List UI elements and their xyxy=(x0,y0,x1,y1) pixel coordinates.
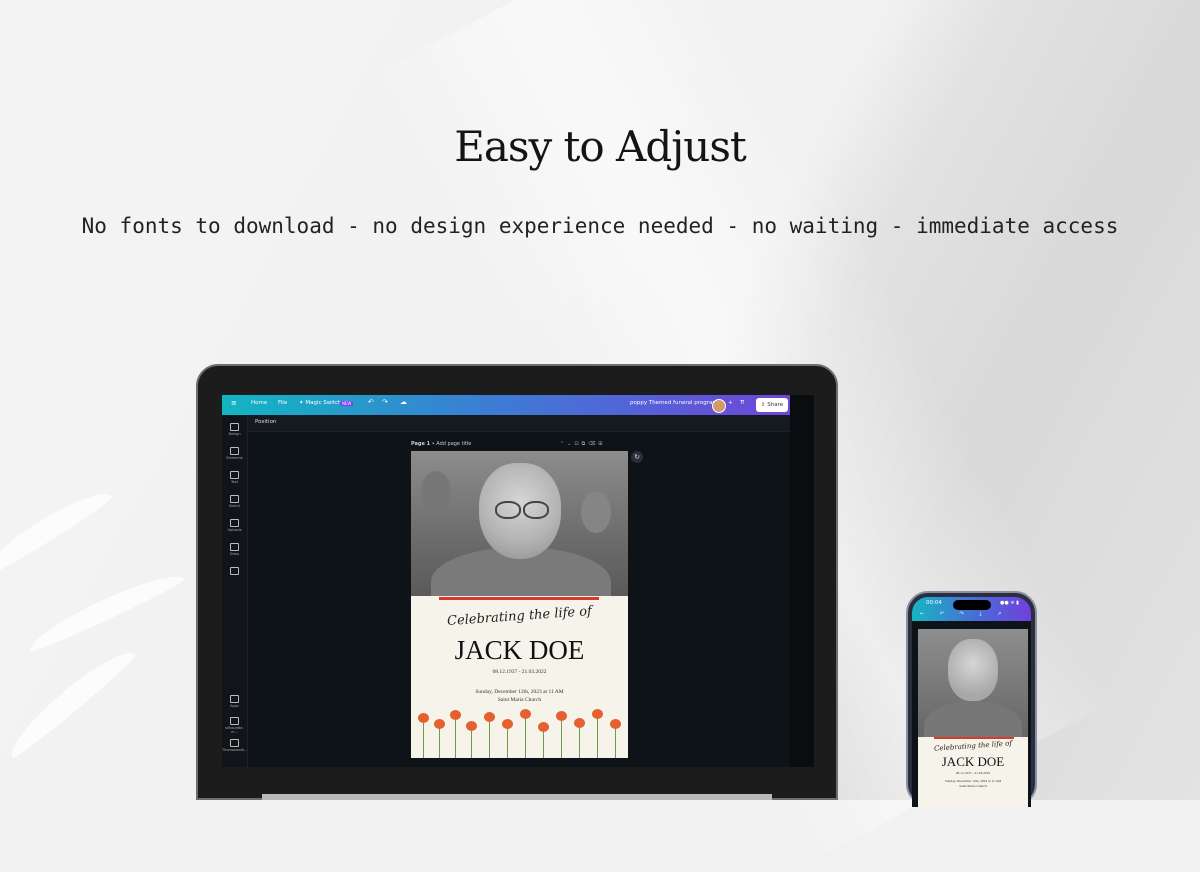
phone-portrait-photo[interactable] xyxy=(918,629,1028,737)
design-canvas[interactable]: Celebrating the life of JACK DOE 08.12.1… xyxy=(411,451,628,758)
sidebar-item-apps[interactable]: Apps xyxy=(222,695,247,708)
folder-icon xyxy=(230,567,239,575)
position-button[interactable]: Position xyxy=(255,419,276,425)
sidebar-item-recent-1[interactable]: silhouette-m... xyxy=(222,717,247,734)
phone-design-canvas[interactable]: Celebrating the life of JACK DOE 08.12.1… xyxy=(918,629,1028,807)
image-icon xyxy=(230,739,239,747)
uploads-icon xyxy=(230,519,239,527)
share-label: Share xyxy=(767,402,784,408)
sidebar-item-recent-2[interactable]: Thomasandt... xyxy=(222,739,247,752)
design-icon xyxy=(230,423,239,431)
brand-icon xyxy=(230,495,239,503)
context-toolbar: Position xyxy=(247,415,790,432)
glasses xyxy=(495,501,521,519)
add-page-icon[interactable]: ⊞ xyxy=(598,441,605,447)
phone-toolbar-icons[interactable]: ← ↶ ↷ ⤓ ↗ xyxy=(920,611,1008,617)
trash-icon[interactable]: ⌫ xyxy=(588,441,598,447)
page-tools: ⌃⌄⊡⧉⌫⊞ xyxy=(560,441,605,447)
analytics-icon[interactable]: ⇈ xyxy=(740,400,745,406)
refresh-icon[interactable]: ↻ xyxy=(631,451,643,463)
add-collaborator-icon[interactable]: + xyxy=(728,400,733,406)
avatar[interactable] xyxy=(712,399,726,413)
background-person xyxy=(421,471,451,511)
service-location: Saint Maria Church xyxy=(497,697,542,703)
file-menu[interactable]: File xyxy=(278,400,287,406)
phone-life-dates: 08.12.1937 - 21.03.2022 xyxy=(955,771,991,775)
status-time: 00:04 xyxy=(926,600,942,606)
red-divider xyxy=(439,597,599,600)
dynamic-island xyxy=(953,600,991,610)
sidebar-item-elements[interactable]: Elements xyxy=(222,447,247,460)
sidebar-item-design[interactable]: Design xyxy=(222,423,247,436)
share-icon: ⇪ xyxy=(760,402,766,408)
apps-icon xyxy=(230,695,239,703)
screen-edge xyxy=(790,395,814,767)
portrait-photo[interactable] xyxy=(411,451,628,596)
portrait-body xyxy=(924,701,1022,737)
glasses xyxy=(523,501,549,519)
page-subtitle: No fonts to download - no design experie… xyxy=(81,214,1119,238)
phone-topbar: 00:04 ●● ≡ ▮ ← ↶ ↷ ⤓ ↗ xyxy=(912,597,1031,621)
laptop-screen: ≡ Home File ✦ Magic Switch NEW ↶ ↷ ☁ pop… xyxy=(222,395,814,767)
phone-celebrating-heading: Celebrating the life of xyxy=(933,739,1013,753)
sidebar-item-projects[interactable] xyxy=(222,567,247,576)
sidebar-item-draw[interactable]: Draw xyxy=(222,543,247,556)
phone-screen: 00:04 ●● ≡ ▮ ← ↶ ↷ ⤓ ↗ Celebrating the l… xyxy=(912,597,1031,807)
deceased-name[interactable]: JACK DOE xyxy=(411,635,628,666)
life-dates[interactable]: 08.12.1937 - 21.03.2022 xyxy=(411,669,628,675)
draw-icon xyxy=(230,543,239,551)
sidebar-item-text[interactable]: Text xyxy=(222,471,247,484)
phone-deceased-name: JACK DOE xyxy=(941,754,1005,769)
sidebar: Design Elements Text Brand Uploads Draw … xyxy=(222,415,248,767)
text-icon xyxy=(230,471,239,479)
redo-icon[interactable]: ↷ xyxy=(382,398,388,406)
laptop-base xyxy=(262,794,772,800)
page-title: Easy to Adjust xyxy=(454,122,747,171)
page-title-input[interactable]: Add page title xyxy=(436,441,471,447)
service-details[interactable]: Sunday, December 12th, 2023 at 11 AM Sai… xyxy=(411,688,628,704)
sidebar-item-uploads[interactable]: Uploads xyxy=(222,519,247,532)
red-divider xyxy=(934,737,1014,739)
project-title[interactable]: poppy Themed funeral program xyxy=(630,400,718,406)
status-icons: ●● ≡ ▮ xyxy=(1000,600,1019,606)
phone-service-details: Sunday, December 12th, 2023 at 11 AM Sai… xyxy=(918,779,1028,789)
celebrating-heading[interactable]: Celebrating the life of xyxy=(411,601,628,631)
service-date: Sunday, December 12th, 2023 at 11 AM xyxy=(475,689,564,695)
magic-switch-label: Magic Switch xyxy=(305,400,342,406)
magic-switch-button[interactable]: ✦ Magic Switch xyxy=(299,400,341,406)
elements-icon xyxy=(230,447,239,455)
portrait-face xyxy=(948,639,998,701)
cloud-save-icon[interactable]: ☁ xyxy=(400,398,407,406)
background-person xyxy=(581,491,611,533)
home-menu[interactable]: Home xyxy=(251,400,267,406)
share-button[interactable]: ⇪ Share xyxy=(756,398,788,412)
hamburger-icon[interactable]: ≡ xyxy=(231,399,237,407)
image-icon xyxy=(230,717,239,725)
undo-icon[interactable]: ↶ xyxy=(368,398,374,406)
lock-icon[interactable]: ⊡ xyxy=(574,441,581,447)
page-label[interactable]: Page 1 • Add page title xyxy=(411,441,471,447)
new-badge: NEW xyxy=(340,401,354,406)
editor-topbar: ≡ Home File ✦ Magic Switch NEW ↶ ↷ ☁ pop… xyxy=(222,395,790,415)
sidebar-item-brand[interactable]: Brand xyxy=(222,495,247,508)
phone-service-location: Saint Maria Church xyxy=(959,784,987,788)
